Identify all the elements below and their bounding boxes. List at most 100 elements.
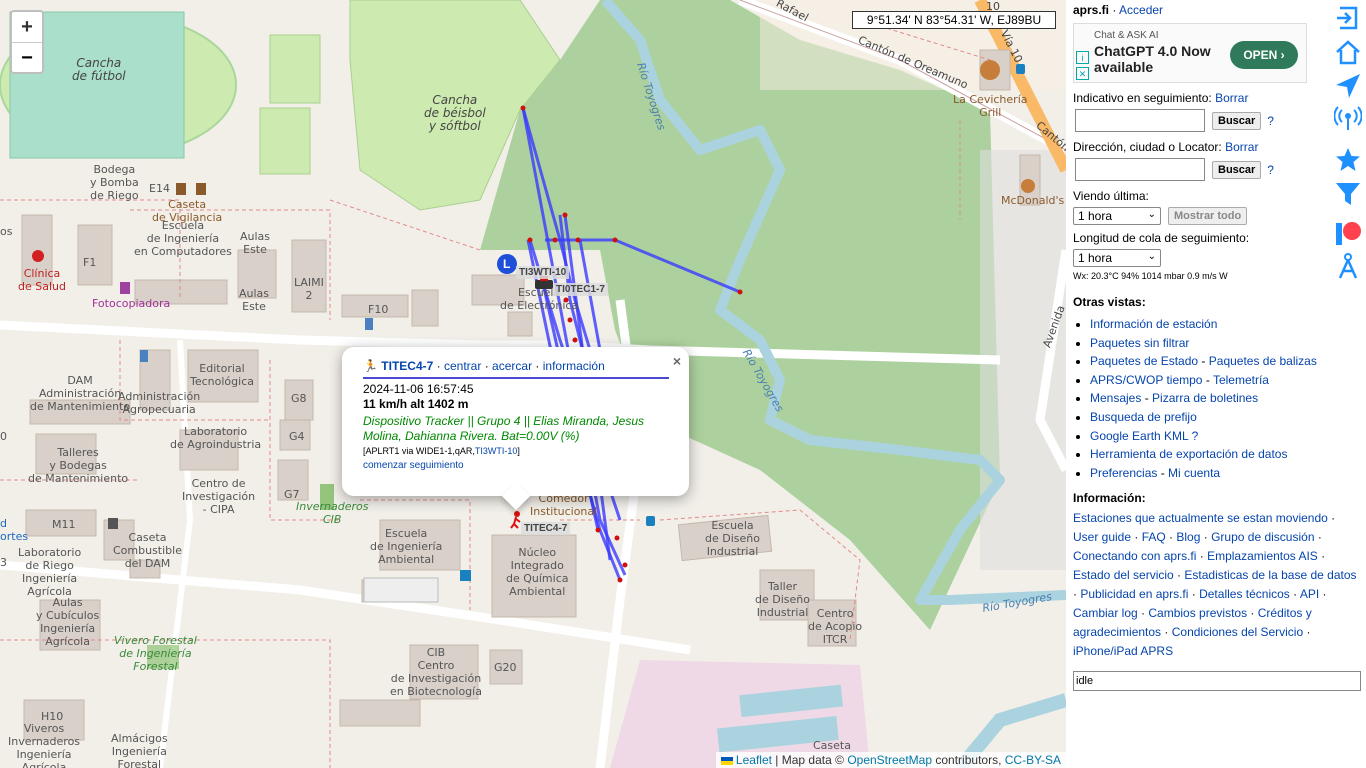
ad-headline: ChatGPT 4.0 Now available xyxy=(1094,43,1211,75)
ad-info-icon[interactable]: i xyxy=(1076,51,1089,64)
otras-vistas-link[interactable]: Pizarra de boletines xyxy=(1152,391,1258,405)
info-link[interactable]: Estadisticas de la base de datos xyxy=(1184,568,1356,582)
otras-vistas-link[interactable]: Paquetes sin filtrar xyxy=(1090,336,1189,350)
indicativo-input[interactable] xyxy=(1075,109,1205,132)
otras-vistas-link[interactable]: APRS/CWOP tiempo xyxy=(1090,373,1202,387)
popup-path-link[interactable]: TI3WTI-10 xyxy=(475,446,518,456)
otras-vistas-link[interactable]: Información de estación xyxy=(1090,317,1217,331)
label-left-0: 0 xyxy=(0,430,7,443)
viendo-row: 1 hora ⌄ Mostrar todo xyxy=(1073,207,1366,225)
brand-sep: · xyxy=(1112,3,1117,17)
otras-vistas-link[interactable]: Paquetes de balizas xyxy=(1209,354,1317,368)
buscar-indicativo-button[interactable]: Buscar xyxy=(1212,111,1262,130)
location-arrow-icon[interactable] xyxy=(1334,72,1362,100)
info-link[interactable]: Cambios previstos xyxy=(1148,606,1247,620)
attribution-contrib: contributors, xyxy=(935,753,1002,767)
info-link[interactable]: iPhone/iPad APRS xyxy=(1073,644,1173,658)
label-g8: G8 xyxy=(291,392,307,405)
zoom-out-button[interactable]: − xyxy=(12,42,42,72)
info-link[interactable]: Grupo de discusión xyxy=(1211,530,1314,544)
ad-close-icon[interactable]: ✕ xyxy=(1076,67,1089,80)
otras-vistas-link[interactable]: Mensajes xyxy=(1090,391,1141,405)
weather-line: Wx: 20.3°C 94% 1014 mbar 0.9 m/s W xyxy=(1073,271,1228,281)
otras-vistas-link[interactable]: Paquetes de Estado xyxy=(1090,354,1198,368)
direccion-label-row: Dirección, ciudad o Locator: Borrar xyxy=(1073,140,1366,154)
license-link[interactable]: CC-BY-SA xyxy=(1005,753,1061,767)
map-attribution: Leaflet | Map data © OpenStreetMap contr… xyxy=(715,752,1066,768)
info-link[interactable]: Estado del servicio xyxy=(1073,568,1174,582)
popup-sep: · xyxy=(484,359,489,373)
leaflet-link[interactable]: Leaflet xyxy=(736,753,772,767)
ad-open-button[interactable]: OPEN › xyxy=(1230,41,1298,69)
label-escuela-computadores: Escuela de Ingeniería en Computadores xyxy=(134,219,232,258)
info-link[interactable]: User guide xyxy=(1073,530,1131,544)
mostrar-todo-button[interactable]: Mostrar todo xyxy=(1168,207,1248,225)
link-separator: · xyxy=(1137,606,1149,621)
station-label-ti0tec[interactable]: TI0TEC1-7 xyxy=(553,283,608,296)
otras-vistas-item: Paquetes sin filtrar xyxy=(1090,334,1366,353)
popup-acercar-link[interactable]: acercar xyxy=(492,359,532,373)
info-link[interactable]: Emplazamientos AIS xyxy=(1207,549,1318,563)
patreon-icon[interactable] xyxy=(1334,220,1362,248)
popup-track-link[interactable]: comenzar seguimiento xyxy=(363,460,669,471)
indicativo-help-link[interactable]: ? xyxy=(1267,114,1274,128)
info-link[interactable]: Condiciones del Servicio xyxy=(1172,625,1303,639)
label-mcdonalds: McDonald's xyxy=(1001,194,1065,207)
otras-vistas-item: Busqueda de prefijo xyxy=(1090,408,1366,427)
info-link[interactable]: Estaciones que actualmente se estan movi… xyxy=(1073,511,1328,525)
otras-vistas-link[interactable]: Mi cuenta xyxy=(1168,466,1220,480)
info-link[interactable]: Detalles técnicos xyxy=(1199,587,1290,601)
popup-close-button[interactable]: × xyxy=(673,353,681,369)
chevron-down-icon: ⌄ xyxy=(1147,209,1156,220)
borrar-indicativo-link[interactable]: Borrar xyxy=(1215,91,1248,105)
label-left-3: 3 xyxy=(0,556,7,569)
link-separator: - xyxy=(1157,465,1169,480)
popup-informacion-link[interactable]: información xyxy=(543,359,605,373)
link-separator: · xyxy=(1196,549,1208,564)
station-label-titec4[interactable]: TITEC4-7 xyxy=(521,522,571,535)
otras-vistas-link[interactable]: Preferencias xyxy=(1090,466,1157,480)
home-icon[interactable] xyxy=(1334,38,1362,66)
borrar-direccion-link[interactable]: Borrar xyxy=(1225,140,1258,154)
ad-banner[interactable]: i ✕ Chat & ASK AI ChatGPT 4.0 Now availa… xyxy=(1073,23,1307,83)
otras-vistas-item: Herramienta de exportación de datos xyxy=(1090,445,1366,464)
info-link[interactable]: Cambiar log xyxy=(1073,606,1138,620)
buscar-direccion-button[interactable]: Buscar xyxy=(1212,160,1262,179)
label-cancha-futbol: Cancha de fútbol xyxy=(72,56,126,83)
label-g4: G4 xyxy=(289,430,305,443)
direccion-help-link[interactable]: ? xyxy=(1267,163,1274,177)
star-icon[interactable] xyxy=(1334,146,1362,174)
info-link[interactable]: API xyxy=(1300,587,1319,601)
info-link[interactable]: Conectando con aprs.fi xyxy=(1073,549,1196,563)
link-separator: · xyxy=(1173,568,1185,583)
otras-vistas-title: Otras vistas: xyxy=(1073,295,1146,309)
viendo-select-value: 1 hora xyxy=(1078,209,1113,223)
viendo-select[interactable]: 1 hora ⌄ xyxy=(1073,207,1161,225)
link-separator: · xyxy=(1200,530,1212,545)
ukraine-flag-icon xyxy=(720,756,733,765)
popup-centrar-link[interactable]: centrar xyxy=(444,359,481,373)
sidebar: aprs.fi · Acceder i ✕ Chat & ASK AI Chat… xyxy=(1066,0,1366,768)
direccion-input[interactable] xyxy=(1075,158,1205,181)
info-link[interactable]: FAQ xyxy=(1142,530,1166,544)
station-marker-l-letter[interactable]: L xyxy=(503,257,510,271)
login-arrow-icon[interactable] xyxy=(1334,4,1362,32)
info-link[interactable]: Publicidad en aprs.fi xyxy=(1080,587,1188,601)
compass-icon[interactable] xyxy=(1334,252,1362,280)
link-separator: · xyxy=(1303,625,1311,640)
osm-link[interactable]: OpenStreetMap xyxy=(847,753,932,767)
otras-vistas-link[interactable]: Herramienta de exportación de datos xyxy=(1090,447,1287,461)
cola-select[interactable]: 1 hora ⌄ xyxy=(1073,249,1161,267)
otras-vistas-link[interactable]: Busqueda de prefijo xyxy=(1090,410,1197,424)
antenna-icon[interactable] xyxy=(1334,104,1362,132)
otras-vistas-link[interactable]: Telemetría xyxy=(1213,373,1269,387)
station-label-ti3wti[interactable]: TI3WTI-10 xyxy=(516,266,570,279)
login-link[interactable]: Acceder xyxy=(1119,3,1163,17)
filter-icon[interactable] xyxy=(1334,180,1362,208)
map-view[interactable]: Cancha de fútbol Cancha de béisbol y sóftbo… xyxy=(0,0,1066,768)
otras-vistas-link[interactable]: Google Earth KML ? xyxy=(1090,429,1198,443)
popup-callsign-link[interactable]: TITEC4-7 xyxy=(381,359,433,373)
info-link[interactable]: Blog xyxy=(1176,530,1200,544)
zoom-in-button[interactable]: + xyxy=(12,12,42,42)
direccion-row: Buscar ? xyxy=(1073,158,1366,181)
